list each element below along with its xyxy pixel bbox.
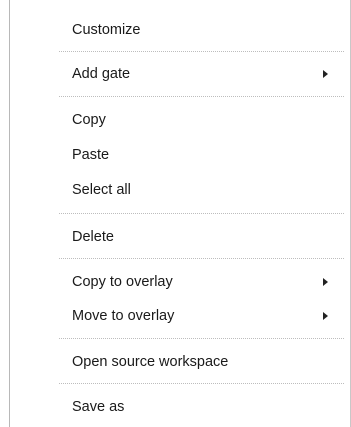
menu-item-label: Delete (72, 229, 114, 245)
menu-item-copy-to-overlay[interactable]: Copy to overlay (59, 267, 350, 297)
menu-body: Customize Add gate Copy Paste Select all… (59, 0, 350, 427)
menu-item-label: Save as (72, 399, 125, 415)
menu-item-label: Add gate (72, 66, 131, 82)
chevron-right-icon (323, 278, 328, 286)
menu-item-customize[interactable]: Customize (59, 15, 350, 45)
menu-item-save-as[interactable]: Save as (59, 392, 350, 422)
menu-separator (59, 213, 344, 214)
menu-separator (59, 338, 344, 339)
menu-item-label: Select all (72, 182, 131, 198)
menu-item-delete[interactable]: Delete (59, 222, 350, 252)
menu-separator (59, 96, 344, 97)
menu-separator (59, 51, 344, 52)
chevron-right-icon (323, 70, 328, 78)
menu-item-label: Copy to overlay (72, 274, 173, 290)
menu-item-select-all[interactable]: Select all (59, 175, 350, 205)
menu-icon-gutter (10, 0, 59, 427)
menu-item-copy[interactable]: Copy (59, 105, 350, 135)
menu-item-add-gate[interactable]: Add gate (59, 59, 350, 89)
chevron-right-icon (323, 312, 328, 320)
menu-item-paste[interactable]: Paste (59, 140, 350, 170)
menu-item-label: Paste (72, 147, 110, 163)
menu-item-label: Copy (72, 112, 106, 128)
menu-item-move-to-overlay[interactable]: Move to overlay (59, 301, 350, 331)
menu-separator (59, 258, 344, 259)
menu-item-label: Move to overlay (72, 308, 175, 324)
menu-item-label: Customize (72, 22, 141, 38)
menu-item-open-source-workspace[interactable]: Open source workspace (59, 347, 350, 377)
menu-separator (59, 383, 344, 384)
menu-item-label: Open source workspace (72, 354, 229, 370)
context-menu: Customize Add gate Copy Paste Select all… (9, 0, 351, 427)
